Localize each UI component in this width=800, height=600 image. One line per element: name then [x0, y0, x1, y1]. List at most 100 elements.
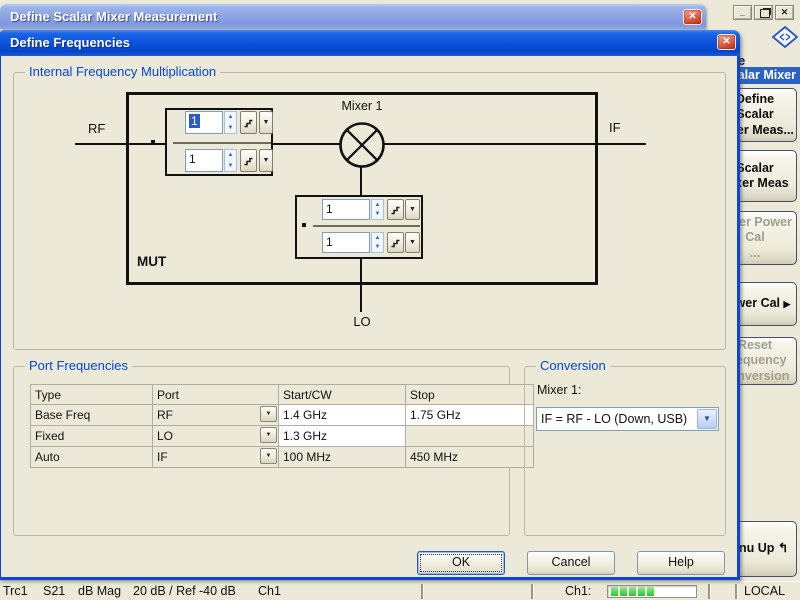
spin-up-icon[interactable]: ▲	[372, 233, 383, 243]
outer-dialog-titlebar: Define Scalar Mixer Measurement ✕	[0, 4, 706, 29]
stop-cell	[406, 426, 534, 447]
submenu-arrow-icon: ▶	[784, 299, 791, 309]
port-select[interactable]: LO▼	[153, 426, 279, 447]
lo-denominator-field[interactable]: 1	[322, 232, 370, 253]
lo-denominator-dropdown-button[interactable]: ▼	[405, 232, 420, 253]
combo-dropdown-button[interactable]: ▼	[697, 409, 717, 429]
dropdown-icon[interactable]: ▼	[260, 406, 277, 422]
rf-denominator-spinner[interactable]: ▲▼	[224, 149, 237, 172]
group-label: Conversion	[536, 359, 610, 373]
status-bar: Trc1 S21 dB Mag 20 dB / Ref -40 dB Ch1 C…	[0, 581, 800, 600]
statusbar-divider	[708, 584, 710, 599]
rf-port-label: RF	[88, 121, 105, 136]
close-window-button[interactable]: ✕	[775, 5, 794, 20]
column-header-stop: Stop	[406, 385, 534, 405]
close-icon: ✕	[722, 36, 730, 47]
inner-dialog-title: Define Frequencies	[10, 30, 130, 55]
multiply-dot	[302, 223, 306, 227]
step-icon	[390, 204, 401, 215]
selected-value: 1	[189, 114, 200, 128]
statusbar-divider	[531, 584, 533, 599]
spin-up-icon[interactable]: ▲	[225, 150, 236, 161]
conversion-mixer-label: Mixer 1:	[537, 383, 581, 397]
trace-channel: Ch1	[258, 584, 281, 599]
group-label: Internal Frequency Multiplication	[25, 65, 220, 79]
rohde-schwarz-logo	[772, 26, 798, 48]
port-select[interactable]: IF▼	[153, 447, 279, 468]
trace-parameter: S21	[43, 584, 65, 599]
rf-numerator-field[interactable]: 1	[185, 111, 223, 134]
spin-down-icon[interactable]: ▼	[372, 210, 383, 220]
table-row: Base Freq RF▼ 1.4 GHz 1.75 GHz	[31, 405, 534, 426]
cancel-button[interactable]: Cancel	[527, 551, 615, 575]
dropdown-icon: ▼	[263, 157, 270, 164]
lo-denominator-spinner[interactable]: ▲▼	[371, 232, 384, 253]
dropdown-icon: ▼	[263, 119, 270, 126]
spin-down-icon[interactable]: ▼	[225, 161, 236, 172]
spin-down-icon[interactable]: ▼	[225, 123, 236, 134]
mixer-symbol	[337, 120, 387, 170]
conversion-combobox[interactable]: IF = RF - LO (Down, USB) ▼	[536, 407, 719, 431]
mixer-label: Mixer 1	[322, 99, 402, 113]
lo-denominator-step-button[interactable]	[387, 232, 404, 253]
outer-dialog-title: Define Scalar Mixer Measurement	[10, 4, 217, 29]
spin-up-icon[interactable]: ▲	[372, 200, 383, 210]
column-header-start: Start/CW	[279, 385, 406, 405]
if-port-label: IF	[609, 120, 621, 135]
fraction-bar	[313, 225, 420, 227]
ok-button[interactable]: OK	[417, 551, 505, 575]
fraction-bar	[173, 142, 271, 144]
dropdown-icon[interactable]: ▼	[260, 448, 277, 464]
trace-format: dB Mag	[78, 584, 121, 599]
close-window-icon: ✕	[781, 7, 789, 17]
stop-cell[interactable]: 1.75 GHz	[406, 405, 534, 426]
dropdown-icon: ▼	[409, 206, 416, 213]
inner-dialog-close-button[interactable]: ✕	[717, 34, 736, 50]
port-frequencies-table: Type Port Start/CW Stop Base Freq RF▼ 1.…	[30, 384, 534, 468]
start-cw-cell[interactable]: 1.3 GHz	[279, 426, 406, 447]
close-icon: ✕	[688, 11, 696, 22]
type-cell: Base Freq	[31, 405, 153, 426]
dropdown-icon: ▼	[409, 239, 416, 246]
start-cw-cell: 100 MHz	[279, 447, 406, 468]
local-mode-label: LOCAL	[744, 584, 785, 599]
rf-denominator-dropdown-button[interactable]: ▼	[259, 149, 273, 172]
table-row: Auto IF▼ 100 MHz 450 MHz	[31, 447, 534, 468]
start-cw-cell[interactable]: 1.4 GHz	[279, 405, 406, 426]
spin-up-icon[interactable]: ▲	[225, 112, 236, 123]
trace-name: Trc1	[3, 584, 28, 599]
spin-down-icon[interactable]: ▼	[372, 243, 383, 253]
step-icon	[390, 237, 401, 248]
menu-up-arrow-icon: ↰	[778, 541, 788, 555]
rf-denominator-field[interactable]: 1	[185, 149, 223, 172]
group-label: Port Frequencies	[25, 359, 132, 373]
minimize-button[interactable]: _	[733, 5, 752, 20]
statusbar-divider	[421, 584, 423, 599]
table-header-row: Type Port Start/CW Stop	[31, 385, 534, 405]
help-button[interactable]: Help	[637, 551, 725, 575]
rf-denominator-step-button[interactable]	[240, 149, 257, 172]
lo-numerator-spinner[interactable]: ▲▼	[371, 199, 384, 220]
port-select[interactable]: RF▼	[153, 405, 279, 426]
rf-numerator-spinner[interactable]: ▲▼	[224, 111, 237, 134]
dropdown-icon[interactable]: ▼	[260, 427, 277, 443]
lo-numerator-step-button[interactable]	[387, 199, 404, 220]
table-row: Fixed LO▼ 1.3 GHz	[31, 426, 534, 447]
minimize-icon: _	[740, 7, 745, 17]
column-header-port: Port	[153, 385, 279, 405]
multiply-dot	[151, 140, 155, 144]
trace-scale: 20 dB / Ref -40 dB	[133, 584, 236, 599]
screen: _ ✕ e Scalar Mixer Define Scalar Mixer M…	[0, 0, 800, 600]
restore-button[interactable]	[754, 5, 773, 20]
outer-dialog-close-button[interactable]: ✕	[683, 9, 702, 25]
rf-numerator-dropdown-button[interactable]: ▼	[259, 111, 273, 134]
column-header-type: Type	[31, 385, 153, 405]
lo-port-label: LO	[350, 314, 374, 329]
inner-dialog-titlebar: Define Frequencies ✕	[0, 30, 740, 56]
restore-icon	[760, 9, 770, 18]
lo-numerator-dropdown-button[interactable]: ▼	[405, 199, 420, 220]
type-cell: Fixed	[31, 426, 153, 447]
rf-numerator-step-button[interactable]	[240, 111, 257, 134]
lo-numerator-field[interactable]: 1	[322, 199, 370, 220]
chevron-down-icon: ▼	[703, 408, 711, 430]
